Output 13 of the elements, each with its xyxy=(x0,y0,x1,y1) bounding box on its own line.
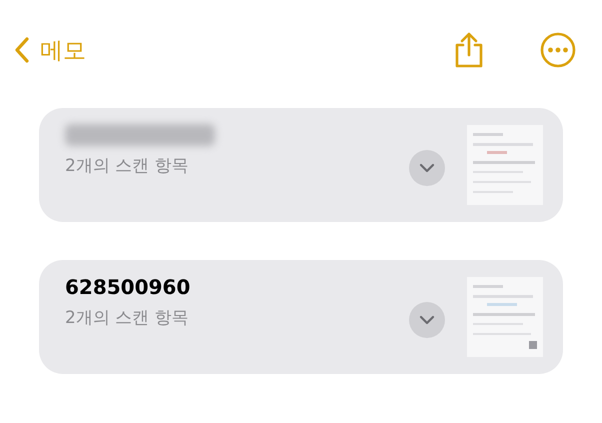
chevron-down-icon xyxy=(419,315,435,325)
more-icon xyxy=(540,32,576,68)
note-card[interactable]: 2개의 스캔 항목 xyxy=(39,108,563,222)
note-card[interactable]: 628500960 2개의 스캔 항목 xyxy=(39,260,563,374)
expand-button[interactable] xyxy=(409,150,445,186)
back-chevron-icon xyxy=(14,36,30,64)
back-button[interactable]: 메모 xyxy=(14,34,86,66)
expand-button[interactable] xyxy=(409,302,445,338)
note-subtitle: 2개의 스캔 항목 xyxy=(65,155,190,177)
chevron-down-icon xyxy=(419,163,435,173)
more-button[interactable] xyxy=(540,32,576,68)
note-title: 628500960 xyxy=(65,274,192,300)
note-subtitle: 2개의 스캔 항목 xyxy=(65,307,190,329)
